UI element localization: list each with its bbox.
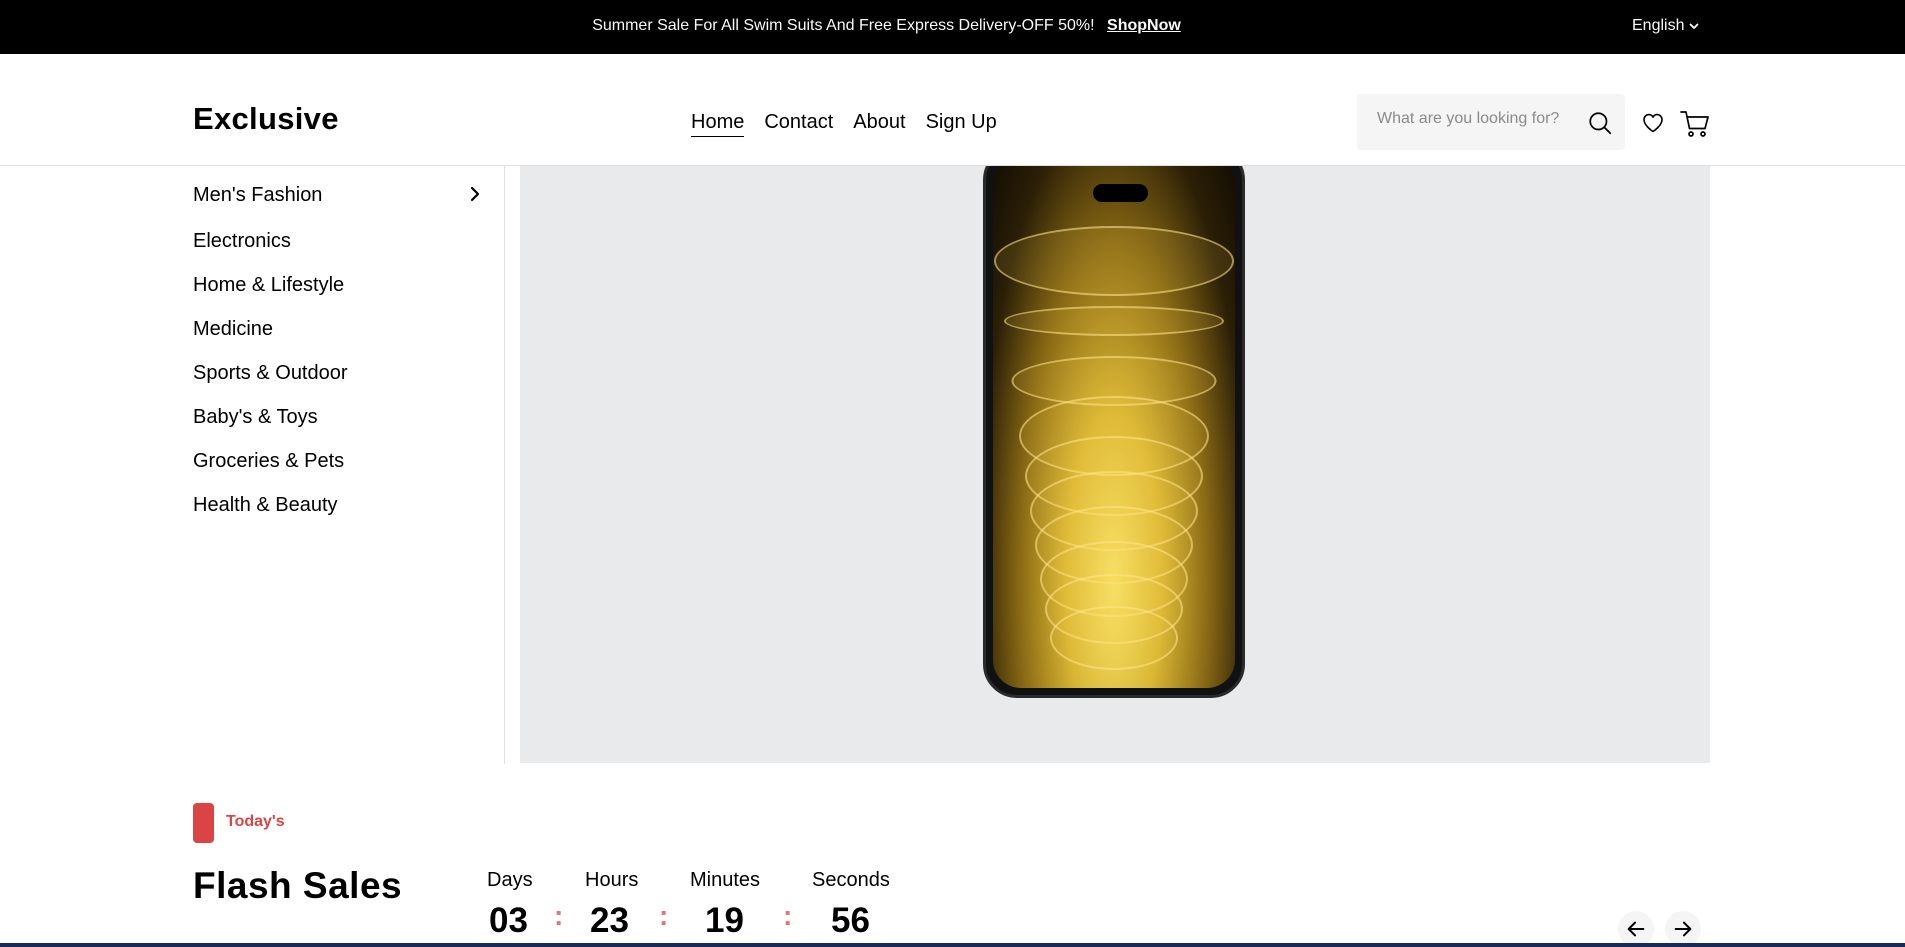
timer-label-days: Days — [487, 869, 533, 891]
nav-contact[interactable]: Contact — [764, 111, 833, 137]
phone-screen — [993, 166, 1235, 688]
timer-separator: : — [783, 900, 793, 931]
next-arrow-button[interactable] — [1665, 911, 1701, 947]
promo-text: Summer Sale For All Swim Suits And Free … — [592, 17, 1095, 34]
cart-icon[interactable] — [1679, 108, 1711, 140]
timer-value-minutes: 19 — [705, 901, 744, 940]
dynamic-island — [1093, 184, 1148, 202]
timer-value-seconds: 56 — [831, 901, 870, 940]
arrow-right-icon — [1674, 921, 1692, 937]
timer-value-hours: 23 — [590, 901, 629, 940]
heart-icon[interactable] — [1641, 111, 1665, 135]
nav-sign-up[interactable]: Sign Up — [926, 111, 997, 137]
timer-label-minutes: Minutes — [690, 869, 761, 891]
category-medicine[interactable]: Medicine — [193, 318, 273, 341]
arrow-left-icon — [1627, 921, 1645, 937]
section-tag-marker — [193, 803, 214, 843]
timer-label-seconds: Seconds — [812, 869, 890, 891]
category-home-lifestyle[interactable]: Home & Lifestyle — [193, 274, 344, 297]
search-input[interactable] — [1377, 110, 1577, 128]
promo-banner: Summer Sale For All Swim Suits And Free … — [0, 17, 1905, 35]
category-groceries-pets[interactable]: Groceries & Pets — [193, 450, 344, 473]
category-sports-outdoor[interactable]: Sports & Outdoor — [193, 362, 348, 385]
prev-arrow-button[interactable] — [1618, 911, 1654, 947]
main-nav: Home Contact About Sign Up — [691, 111, 997, 137]
search-box — [1357, 94, 1625, 150]
site-header: Exclusive Home Contact About Sign Up — [0, 54, 1905, 166]
language-label: English — [1632, 17, 1685, 34]
timer-separator: : — [554, 900, 564, 931]
search-icon[interactable] — [1587, 110, 1613, 136]
timer-label-hours: Hours — [585, 869, 639, 891]
shop-now-link[interactable]: ShopNow — [1107, 17, 1181, 34]
hero-banner[interactable] — [520, 166, 1710, 763]
category-sidebar: Men's Fashion Electronics Home & Lifesty… — [193, 166, 505, 764]
category-electronics[interactable]: Electronics — [193, 230, 291, 253]
category-mens-fashion[interactable]: Men's Fashion — [193, 184, 322, 207]
section-title: Flash Sales — [193, 865, 403, 906]
timer-value-days: 03 — [489, 901, 528, 940]
top-promo-bar: Summer Sale For All Swim Suits And Free … — [0, 0, 1905, 54]
nav-home[interactable]: Home — [691, 111, 745, 137]
chevron-down-icon — [1690, 23, 1699, 29]
window-bottom-edge — [0, 943, 1905, 947]
language-select[interactable]: English — [1632, 17, 1700, 35]
logo[interactable]: Exclusive — [193, 101, 339, 137]
nav-about[interactable]: About — [853, 111, 905, 137]
category-babys-toys[interactable]: Baby's & Toys — [193, 406, 318, 429]
chevron-right-icon[interactable] — [468, 184, 482, 204]
timer-separator: : — [659, 900, 669, 931]
section-label: Today's — [226, 813, 285, 830]
category-health-beauty[interactable]: Health & Beauty — [193, 494, 338, 517]
phone-image — [983, 166, 1245, 698]
